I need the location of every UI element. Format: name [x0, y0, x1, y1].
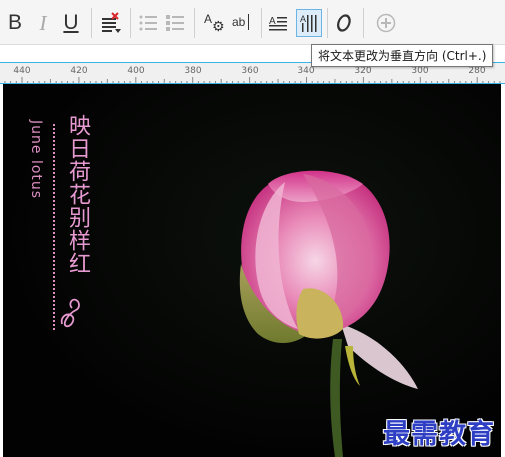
italic-icon: I	[39, 11, 47, 35]
clear-formatting-button[interactable]	[98, 9, 124, 37]
ruler-label: 420	[70, 66, 88, 76]
bold-icon: B	[7, 11, 22, 34]
ruler-label: 440	[13, 66, 31, 76]
toolbar-separator	[261, 8, 262, 38]
vertical-text-button[interactable]: A	[296, 9, 322, 37]
bullet-list-icon	[139, 15, 157, 31]
dotted-divider	[53, 124, 55, 330]
text-effects-icon	[337, 14, 351, 32]
formatting-toolbar: B I U A ⚙ ab A A	[0, 0, 505, 45]
decorative-flourish-icon	[60, 298, 80, 328]
numbered-list-icon	[166, 15, 184, 31]
toolbar-separator	[363, 8, 364, 38]
ruler-label: 300	[411, 66, 429, 76]
add-icon	[376, 13, 396, 33]
add-button[interactable]	[374, 9, 398, 37]
vertical-text-icon: A	[300, 14, 317, 32]
italic-button[interactable]: I	[32, 9, 54, 37]
character-spacing-button[interactable]: ab	[230, 9, 254, 37]
toolbar-separator	[327, 8, 328, 38]
horizontal-text-icon: A	[269, 16, 287, 31]
ruler-label: 400	[127, 66, 145, 76]
horizontal-text-button[interactable]: A	[266, 9, 290, 37]
svg-text:A: A	[300, 14, 306, 24]
watermark: 最需教育	[383, 419, 495, 450]
underline-button[interactable]: U	[60, 9, 82, 37]
clear-formatting-icon	[102, 12, 121, 33]
toolbar-separator	[194, 8, 195, 38]
text-shadow-icon: A ⚙	[204, 12, 225, 35]
ruler-label: 280	[468, 66, 486, 76]
ruler-label: 360	[241, 66, 259, 76]
ruler-label: 320	[354, 66, 372, 76]
slide-canvas[interactable]: June lotus 映日荷花别样红 最需教育	[3, 84, 501, 457]
text-effects-button[interactable]	[332, 9, 356, 37]
bullet-list-button[interactable]	[136, 9, 160, 37]
numbered-list-button[interactable]	[163, 9, 187, 37]
toolbar-separator	[91, 8, 92, 38]
ruler-label: 380	[184, 66, 202, 76]
text-shadow-button[interactable]: A ⚙	[200, 9, 226, 37]
character-spacing-icon: ab	[231, 12, 253, 34]
vertical-text-tooltip: 将文本更改为垂直方向 (Ctrl+.)	[311, 44, 494, 67]
underline-icon: U	[63, 11, 79, 34]
ruler-label: 340	[297, 66, 315, 76]
slide-subtitle[interactable]: June lotus	[28, 120, 44, 199]
slide-title[interactable]: 映日荷花别样红	[61, 114, 93, 275]
toolbar-separator	[130, 8, 131, 38]
bold-button[interactable]: B	[4, 9, 26, 37]
